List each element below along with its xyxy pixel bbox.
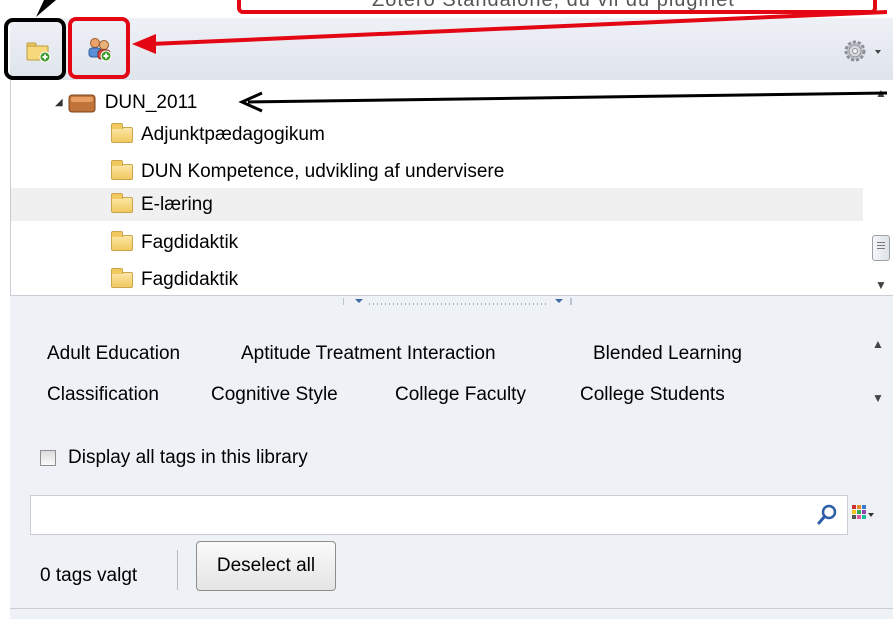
annotation-arrow-black [247,91,888,104]
annotation-arrow-red [149,10,888,46]
annotation-arrowhead-red [132,34,156,54]
annotation-arrow-black-tip [36,0,56,17]
annotation-arrows [36,0,888,113]
